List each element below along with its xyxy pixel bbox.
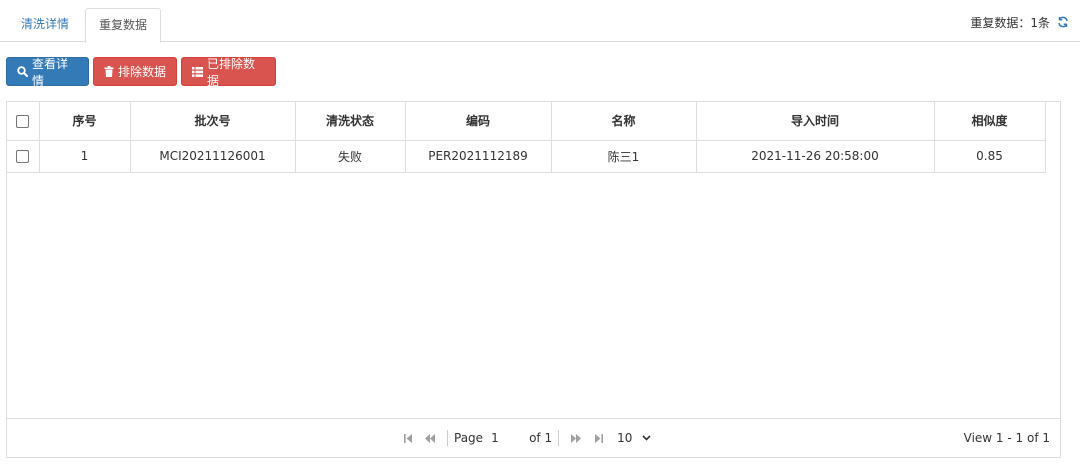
refresh-icon[interactable] [1056,16,1070,30]
cell-name: 陈三1 [551,140,697,173]
cell-similarity: 0.85 [934,140,1046,173]
data-table: 序号 批次号 清洗状态 编码 名称 导入时间 相似度 1 MCI20211126… [7,102,1046,173]
column-header-index[interactable]: 序号 [39,102,131,141]
column-header-import-time[interactable]: 导入时间 [696,102,935,141]
exclude-data-label: 排除数据 [118,65,167,79]
excluded-data-label: 已排除数据 [207,56,256,88]
column-header-cleaning-status[interactable]: 清洗状态 [295,102,406,141]
pager-separator [558,430,560,446]
cell-import-time: 2021-11-26 20:58:00 [696,140,935,173]
column-header-name[interactable]: 名称 [551,102,697,141]
cell-batch-no: MCI20211126001 [130,140,296,173]
column-header-code[interactable]: 编码 [405,102,552,141]
select-all-cell [7,102,40,141]
column-header-similarity[interactable]: 相似度 [934,102,1046,141]
duplicate-count-text: 重复数据：1条 [970,16,1050,30]
duplicate-summary: 重复数据：1条 [970,14,1070,31]
pager: Page of 1 10 View 1 - 1 of 1 [7,418,1060,457]
row-checkbox[interactable] [16,150,30,163]
tab-cleaning-details[interactable]: 清洗详情 [8,8,82,42]
pager-controls: Page of 1 10 [397,419,651,457]
view-details-label: 查看详情 [32,56,69,88]
cell-cleaning-status: 失败 [295,140,406,173]
last-page-icon[interactable] [587,428,609,448]
page-label: Page [454,431,484,445]
select-all-checkbox[interactable] [16,114,30,128]
column-header-batch-no[interactable]: 批次号 [130,102,296,141]
tab-duplicate-data[interactable]: 重复数据 [85,8,161,43]
chevron-down-icon [642,433,651,444]
view-details-button[interactable]: 查看详情 [6,56,89,88]
duplicate-data-grid: 序号 批次号 清洗状态 编码 名称 导入时间 相似度 1 MCI20211126… [6,101,1061,458]
tab-bar: 清洗详情 重复数据 重复数据：1条 [0,0,1080,43]
cell-index: 1 [39,140,131,173]
row-select-cell [7,140,40,173]
view-records-info: View 1 - 1 of 1 [963,431,1050,445]
search-icon [17,66,28,77]
list-icon [192,66,203,77]
page-size-value: 10 [617,431,633,445]
prev-page-icon[interactable] [419,428,441,448]
trash-icon [104,66,114,77]
cell-code: PER2021112189 [405,140,552,173]
excluded-data-button[interactable]: 已排除数据 [181,56,276,88]
exclude-data-button[interactable]: 排除数据 [93,57,177,86]
toolbar: 查看详情 排除数据 已排除数据 [6,56,276,88]
pager-separator [447,430,448,446]
table-row[interactable]: 1 MCI20211126001 失败 PER2021112189 陈三1 20… [7,140,1046,173]
table-header-row: 序号 批次号 清洗状态 编码 名称 导入时间 相似度 [7,102,1046,141]
next-page-icon[interactable] [565,428,587,448]
page-number-input[interactable] [489,428,524,448]
first-page-icon[interactable] [397,428,419,448]
page-size-select[interactable]: 10 [617,431,651,445]
page-total-label: of 1 [529,431,553,445]
